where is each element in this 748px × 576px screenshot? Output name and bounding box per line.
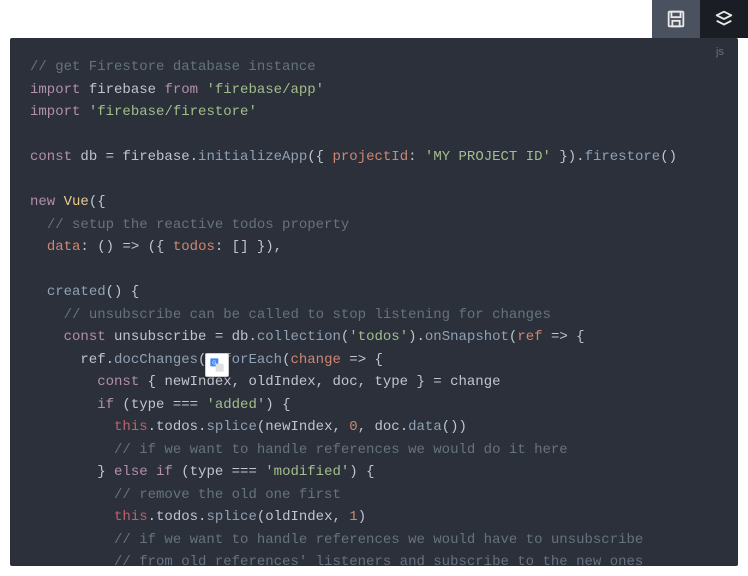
translate-popup[interactable]: G	[205, 353, 229, 377]
google-translate-icon: G	[209, 357, 225, 373]
code-line: const unsubscribe = db.collection('todos…	[30, 326, 718, 349]
code-line	[30, 259, 718, 282]
code-line: new Vue({	[30, 191, 718, 214]
code-line: this.todos.splice(oldIndex, 1)	[30, 506, 718, 529]
code-line: if (type === 'added') {	[30, 394, 718, 417]
code-line: data: () => ({ todos: [] }),	[30, 236, 718, 259]
code-line	[30, 124, 718, 147]
code-line	[30, 169, 718, 192]
copy-button[interactable]	[652, 0, 700, 38]
code-line: import 'firebase/firestore'	[30, 101, 718, 124]
code-line: // if we want to handle references we wo…	[30, 529, 718, 552]
code-panel: js // get Firestore database instanceimp…	[10, 38, 738, 566]
save-disk-icon	[665, 8, 687, 30]
language-badge: js	[716, 46, 724, 58]
svg-text:G: G	[212, 360, 216, 366]
code-line: } else if (type === 'modified') {	[30, 461, 718, 484]
code-line: const { newIndex, oldIndex, doc, type } …	[30, 371, 718, 394]
code-line: import firebase from 'firebase/app'	[30, 79, 718, 102]
layers-icon	[713, 8, 735, 30]
code-line: // get Firestore database instance	[30, 56, 718, 79]
code-line: // setup the reactive todos property	[30, 214, 718, 237]
stack-button[interactable]	[700, 0, 748, 38]
code-line: // unsubscribe can be called to stop lis…	[30, 304, 718, 327]
toolbar	[0, 0, 748, 38]
code-line: // remove the old one first	[30, 484, 718, 507]
code-line: const db = firebase.initializeApp({ proj…	[30, 146, 718, 169]
code-line: this.todos.splice(newIndex, 0, doc.data(…	[30, 416, 718, 439]
code-line: // from old references' listeners and su…	[30, 551, 718, 566]
code-line: // if we want to handle references we wo…	[30, 439, 718, 462]
code-line: ref.docChanges().forEach(change => {	[30, 349, 718, 372]
code-content[interactable]: // get Firestore database instanceimport…	[30, 56, 718, 566]
code-line: created() {	[30, 281, 718, 304]
